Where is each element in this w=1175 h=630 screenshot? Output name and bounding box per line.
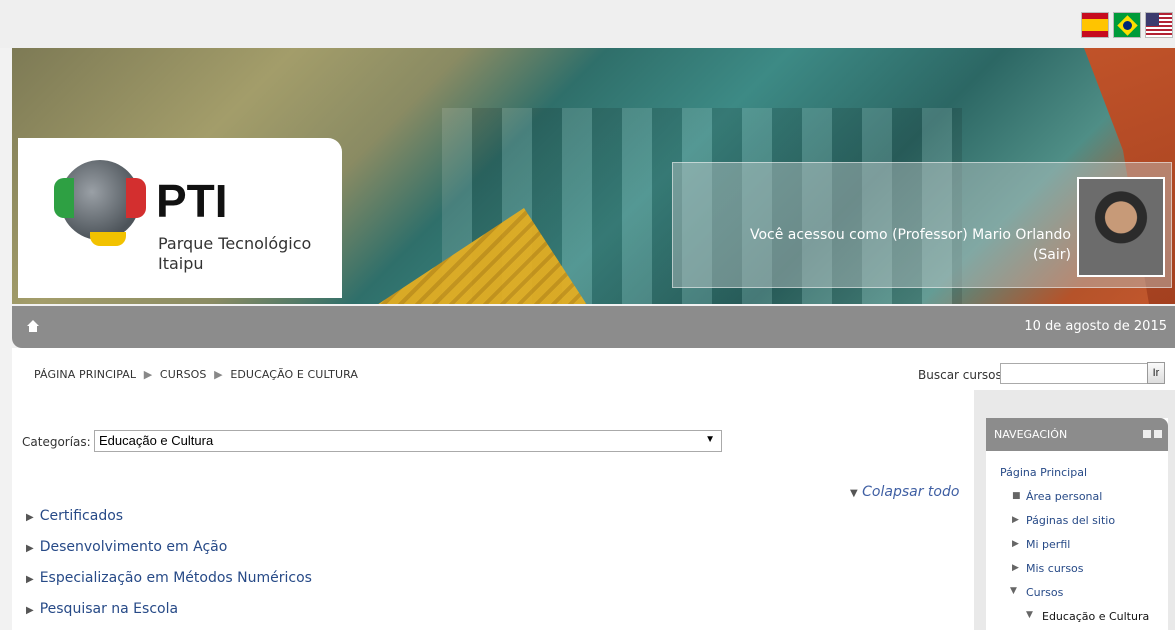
triangle-down-icon: ▼	[1010, 586, 1017, 596]
navigation-title: NAVEGACIÓN	[994, 428, 1068, 441]
home-icon[interactable]	[26, 319, 40, 333]
search-input[interactable]	[1000, 363, 1148, 384]
square-bullet-icon: ■	[1012, 491, 1021, 501]
navigation-block: NAVEGACIÓN Página Principal ■ Área person…	[986, 418, 1168, 630]
logo-subtitle-line2: Itaipu	[158, 254, 204, 273]
breadcrumb-courses[interactable]: CURSOS	[160, 368, 207, 381]
dropdown-arrow-icon: ▼	[705, 434, 715, 445]
nav-item-courses[interactable]: ▼ Cursos	[986, 586, 1168, 610]
nav-item-my-profile[interactable]: ▶ Mi perfil	[986, 538, 1168, 562]
flag-brazil-icon[interactable]	[1113, 12, 1141, 38]
breadcrumb-category[interactable]: EDUCAÇÃO E CULTURA	[230, 368, 358, 381]
nav-item-education-culture[interactable]: ▼ Educação e Cultura	[986, 610, 1168, 630]
category-selected-value: Educação e Cultura	[99, 433, 214, 448]
flag-usa-icon[interactable]	[1145, 12, 1173, 38]
category-select[interactable]: Educação e Cultura ▼	[94, 430, 722, 452]
navigation-header: NAVEGACIÓN	[986, 418, 1168, 451]
breadcrumb-home[interactable]: PÁGINA PRINCIPAL	[34, 368, 136, 381]
flag-spain-icon[interactable]	[1081, 12, 1109, 38]
category-label: Categorías:	[22, 435, 91, 449]
logo-subtitle-line1: Parque Tecnológico	[158, 234, 312, 253]
breadcrumb-separator-icon: ▶	[143, 368, 153, 381]
collapse-all-link[interactable]: ▼ Colapsar todo	[850, 484, 959, 500]
user-info-panel: Você acessou como (Professor) Mario Orla…	[672, 162, 1172, 288]
nav-item-label: Educação e Cultura	[1042, 610, 1150, 623]
list-item[interactable]: ▶ Especialização em Métodos Numéricos	[26, 570, 312, 601]
course-link[interactable]: Pesquisar na Escola	[40, 601, 178, 617]
dock-icon[interactable]	[1154, 430, 1162, 438]
nav-item-my-courses[interactable]: ▶ Mis cursos	[986, 562, 1168, 586]
header-banner: PTI Parque Tecnológico Itaipu Você acess…	[12, 48, 1175, 304]
nav-item-label: Mi perfil	[1026, 538, 1071, 551]
nav-item-personal-area[interactable]: ■ Área personal	[986, 490, 1168, 514]
triangle-down-icon: ▼	[1026, 610, 1033, 620]
collapse-all-label: Colapsar todo	[862, 484, 960, 500]
triangle-right-icon: ▶	[26, 543, 34, 554]
top-nav-bar: 10 de agosto de 2015	[12, 306, 1175, 348]
globe-logo-icon	[54, 160, 146, 246]
nav-item-label: Páginas del sitio	[1026, 514, 1116, 527]
search-button[interactable]: Ir	[1147, 362, 1165, 384]
block-controls	[1143, 430, 1162, 438]
nav-item-label: Cursos	[1026, 586, 1064, 599]
logo-subtitle: Parque Tecnológico Itaipu	[158, 234, 311, 274]
breadcrumb: PÁGINA PRINCIPAL ▶ CURSOS ▶ EDUCAÇÃO E C…	[34, 368, 358, 381]
nav-item-label: Mis cursos	[1026, 562, 1084, 575]
logo-title: PTI	[156, 175, 228, 227]
sidebar: NAVEGACIÓN Página Principal ■ Área person…	[974, 390, 1175, 630]
language-bar	[0, 0, 1175, 48]
language-flags	[1081, 12, 1173, 38]
current-date: 10 de agosto de 2015	[1024, 319, 1167, 334]
nav-item-site-pages[interactable]: ▶ Páginas del sitio	[986, 514, 1168, 538]
course-link[interactable]: Especialização em Métodos Numéricos	[40, 570, 312, 586]
course-list: ▶ Certificados ▶ Desenvolvimento em Ação ▶…	[26, 508, 312, 630]
triangle-right-icon: ▶	[26, 574, 34, 585]
search-label: Buscar cursos:	[918, 368, 1006, 382]
nav-item-label: Página Principal	[1000, 466, 1088, 479]
minimize-icon[interactable]	[1143, 430, 1151, 438]
list-item[interactable]: ▶ Certificados	[26, 508, 312, 539]
course-link[interactable]: Desenvolvimento em Ação	[40, 539, 228, 555]
course-link[interactable]: Certificados	[40, 508, 123, 524]
site-logo[interactable]: PTI Parque Tecnológico Itaipu	[18, 138, 342, 298]
login-info: Você acessou como (Professor) Mario Orla…	[750, 225, 1071, 265]
logout-link[interactable]: (Sair)	[1033, 247, 1071, 263]
breadcrumb-separator-icon: ▶	[214, 368, 223, 381]
login-text: Você acessou como (Professor) Mario Orla…	[749, 227, 1071, 243]
main-content: PÁGINA PRINCIPAL ▶ CURSOS ▶ EDUCAÇÃO E C…	[12, 348, 1175, 630]
nav-item-label: Área personal	[1026, 490, 1103, 503]
list-item[interactable]: ▶ Desenvolvimento em Ação	[26, 539, 312, 570]
page: PTI Parque Tecnológico Itaipu Você acess…	[0, 0, 1175, 630]
triangle-right-icon: ▶	[1012, 563, 1019, 573]
triangle-right-icon: ▶	[26, 605, 34, 616]
avatar[interactable]	[1077, 177, 1165, 277]
list-item[interactable]: ▶ Pesquisar na Escola	[26, 601, 312, 630]
navigation-tree: Página Principal ■ Área personal ▶ Páginas…	[986, 466, 1168, 630]
triangle-right-icon: ▶	[26, 512, 34, 523]
triangle-down-icon: ▼	[850, 488, 858, 499]
triangle-right-icon: ▶	[1012, 515, 1019, 525]
triangle-right-icon: ▶	[1012, 539, 1019, 549]
nav-item-home[interactable]: Página Principal	[986, 466, 1168, 490]
